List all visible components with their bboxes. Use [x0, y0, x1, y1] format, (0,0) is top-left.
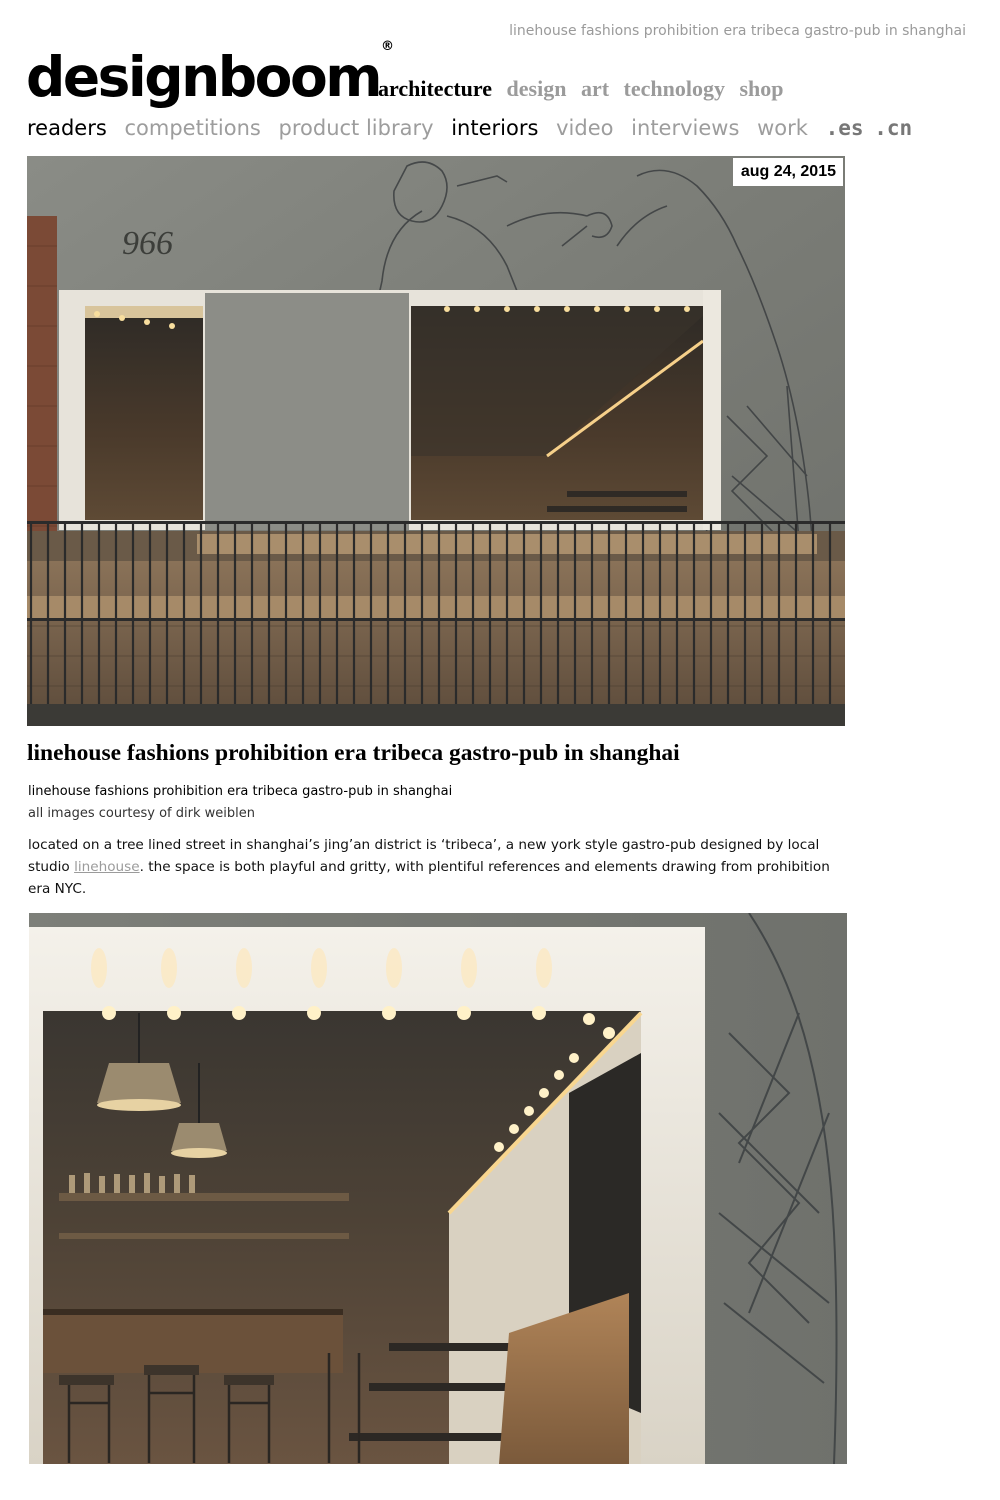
subnav-video[interactable]: video [556, 116, 613, 140]
subnav-interiors[interactable]: interiors [451, 116, 538, 140]
logo-text: designboom [26, 45, 383, 109]
interior-illustration [29, 913, 847, 1464]
nav-architecture[interactable]: architecture [378, 76, 492, 101]
subnav-readers[interactable]: readers [27, 116, 107, 140]
nav-technology[interactable]: technology [624, 76, 725, 101]
linehouse-link[interactable]: linehouse [74, 859, 140, 875]
date-badge: aug 24, 2015 [732, 158, 843, 186]
hero-illustration: 966 [27, 156, 845, 726]
interior-image[interactable] [29, 913, 847, 1464]
subnav-competitions[interactable]: competitions [124, 116, 260, 140]
image-caption: linehouse fashions prohibition era tribe… [28, 784, 453, 799]
lang-cn-link[interactable]: .cn [874, 116, 912, 140]
main-nav: architecture design art technology shop [378, 76, 793, 102]
registered-mark: ® [381, 38, 395, 54]
svg-text:966: 966 [122, 225, 173, 262]
sub-nav: readers competitions product library int… [27, 116, 916, 140]
subnav-interviews[interactable]: interviews [631, 116, 739, 140]
top-page-title-link[interactable]: linehouse fashions prohibition era tribe… [509, 23, 966, 39]
image-credit: all images courtesy of dirk weiblen [28, 806, 255, 821]
lang-es-link[interactable]: .es [826, 116, 864, 140]
nav-design[interactable]: design [507, 76, 567, 101]
hero-image[interactable]: aug 24, 2015 966 [27, 156, 845, 726]
body-text-end: . the space is both playful and gritty, … [28, 859, 830, 897]
article-body: located on a tree lined street in shangh… [28, 834, 848, 900]
article-title: linehouse fashions prohibition era tribe… [27, 740, 680, 766]
nav-art[interactable]: art [581, 76, 609, 101]
nav-shop[interactable]: shop [740, 76, 784, 101]
subnav-product-library[interactable]: product library [279, 116, 434, 140]
designboom-logo[interactable]: designboom® [26, 40, 394, 105]
subnav-work[interactable]: work [757, 116, 808, 140]
